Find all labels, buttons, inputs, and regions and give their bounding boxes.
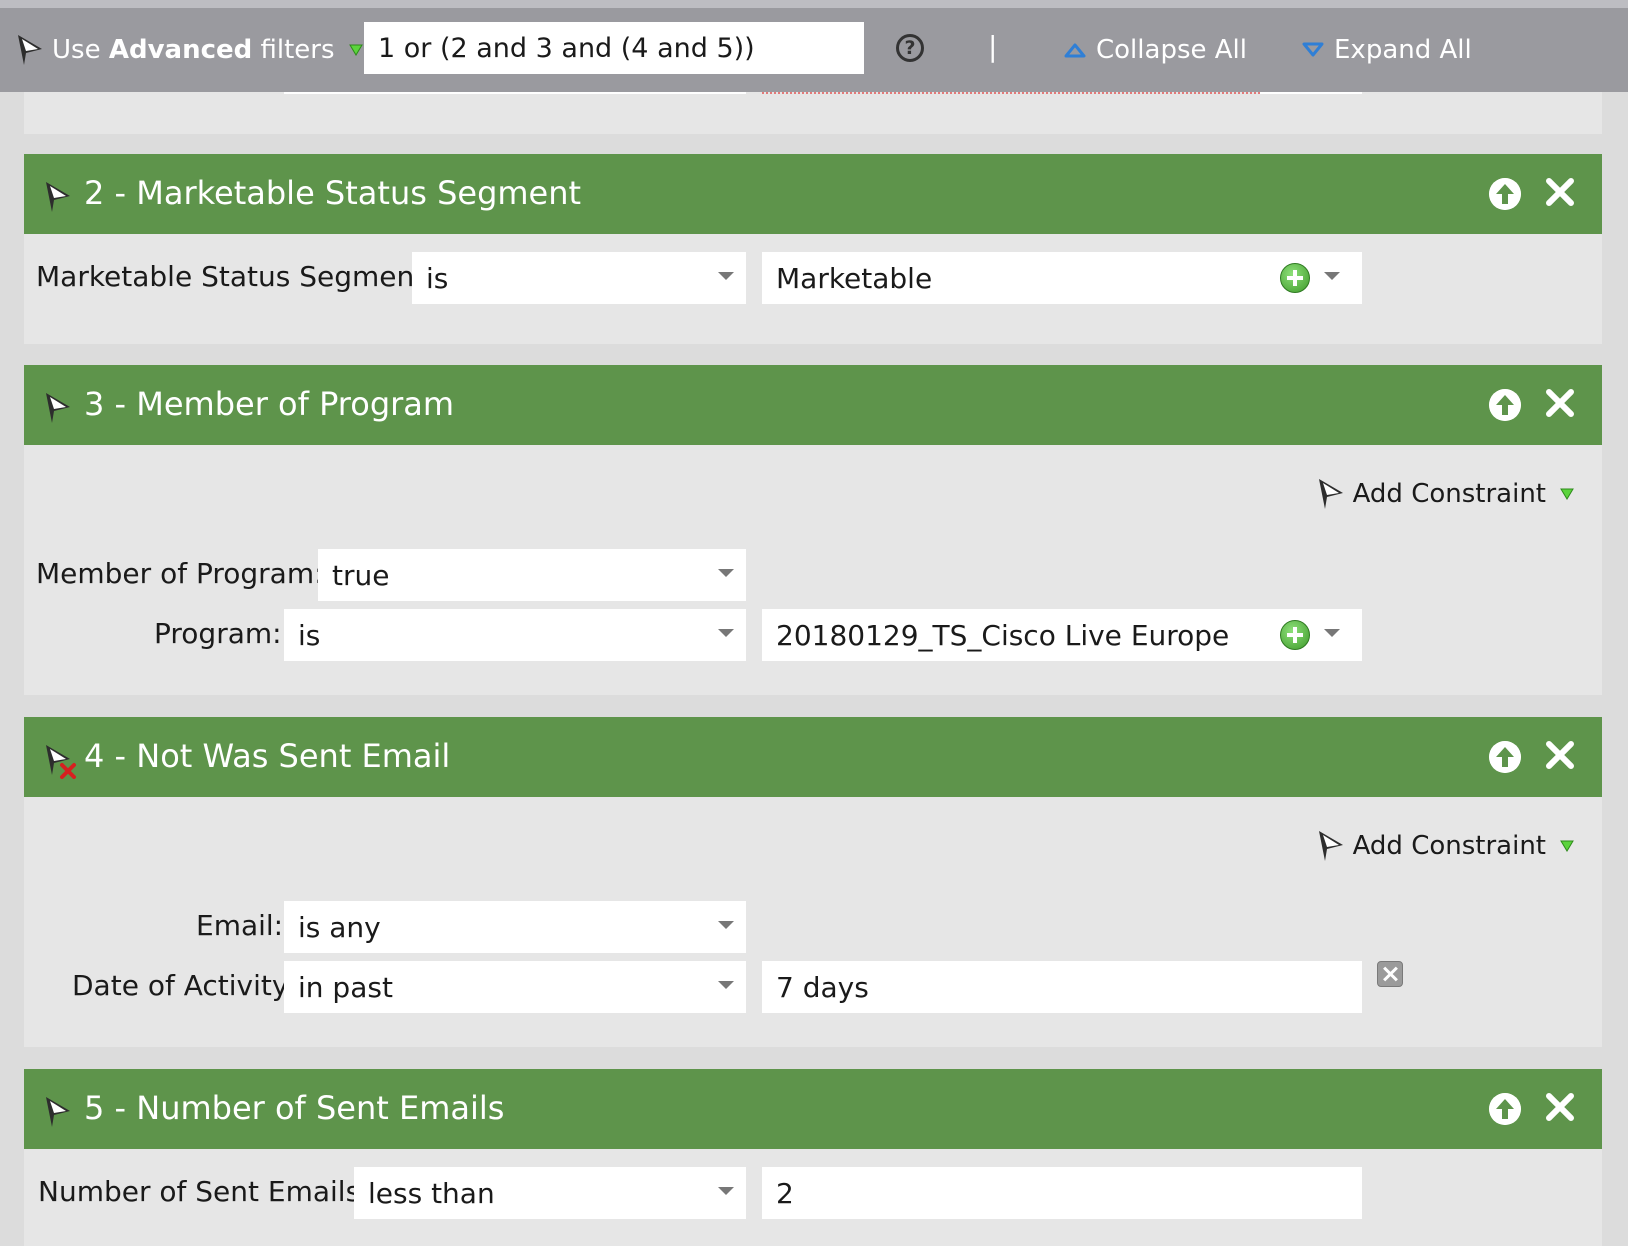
row-label: Marketable Status Segment: xyxy=(36,260,435,293)
value-input[interactable]: 2 xyxy=(762,1167,1362,1219)
close-icon[interactable] xyxy=(1544,176,1576,208)
filter-5: 5 - Number of Sent Emails Number of Sent… xyxy=(24,1069,1602,1246)
dropdown-arrow-icon xyxy=(348,44,363,56)
help-icon[interactable]: ? xyxy=(896,34,924,62)
expand-down-icon xyxy=(1302,42,1324,57)
row-label: Email: xyxy=(196,909,284,942)
operator-select[interactable]: is xyxy=(412,252,746,304)
chevron-down-icon xyxy=(718,981,734,989)
value-select[interactable]: Marketable xyxy=(762,252,1362,304)
filter-toolbar: Use Advanced filters ? | Collapse All Ex… xyxy=(0,0,1628,92)
dropdown-arrow-icon xyxy=(1560,488,1574,500)
filter-header: 3 - Member of Program xyxy=(24,365,1602,445)
chevron-down-icon xyxy=(1324,272,1340,280)
operator-select[interactable]: less than xyxy=(354,1167,746,1219)
operator-select[interactable]: true xyxy=(318,549,746,601)
row-label: Date of Activity: xyxy=(72,969,296,1002)
value-select[interactable]: 20180129_TS_Cisco Live Europe xyxy=(762,609,1362,661)
add-constraint-menu[interactable]: Add Constraint xyxy=(1317,477,1574,511)
logic-expression-input[interactable] xyxy=(364,22,864,74)
close-icon[interactable] xyxy=(1544,1091,1576,1123)
toolbar-separator: | xyxy=(988,30,998,63)
chevron-down-icon xyxy=(718,1187,734,1195)
move-up-icon[interactable] xyxy=(1489,1093,1521,1125)
operator-select[interactable]: is xyxy=(284,609,746,661)
row-label: Program: xyxy=(154,617,282,650)
chevron-down-icon xyxy=(718,921,734,929)
move-up-icon[interactable] xyxy=(1489,389,1521,421)
close-icon[interactable] xyxy=(1544,387,1576,419)
dropdown-arrow-icon xyxy=(1560,840,1574,852)
collapse-up-icon xyxy=(1064,43,1086,58)
close-icon[interactable] xyxy=(1544,739,1576,771)
add-value-icon[interactable] xyxy=(1280,263,1310,293)
not-filter-icon[interactable] xyxy=(44,743,78,779)
filter-2: 2 - Marketable Status Segment Marketable… xyxy=(24,154,1602,344)
move-up-icon[interactable] xyxy=(1489,178,1521,210)
chevron-down-icon xyxy=(1324,629,1340,637)
expand-all-label: Expand All xyxy=(1334,35,1472,65)
add-constraint-menu[interactable]: Add Constraint xyxy=(1317,829,1574,863)
filter-icon xyxy=(1318,831,1343,861)
filter-header: 5 - Number of Sent Emails xyxy=(24,1069,1602,1149)
filter-icon[interactable] xyxy=(44,391,74,425)
move-up-icon[interactable] xyxy=(1489,741,1521,773)
operator-select[interactable]: is any xyxy=(284,901,746,953)
expand-all-button[interactable]: Expand All xyxy=(1302,30,1472,70)
chevron-down-icon xyxy=(718,569,734,577)
filter-header: 2 - Marketable Status Segment xyxy=(24,154,1602,234)
filter-title: 3 - Member of Program xyxy=(84,385,455,423)
filter-3: 3 - Member of Program Add Constraint Mem… xyxy=(24,365,1602,695)
chevron-down-icon xyxy=(718,629,734,637)
advanced-prefix: Use xyxy=(52,35,109,65)
advanced-bold: Advanced xyxy=(108,35,253,65)
filter-1-partial xyxy=(24,92,1602,134)
collapse-all-button[interactable]: Collapse All xyxy=(1064,30,1247,70)
row-label: Number of Sent Emails: xyxy=(38,1175,370,1208)
filter-title: 5 - Number of Sent Emails xyxy=(84,1089,505,1127)
operator-select[interactable]: in past xyxy=(284,961,746,1013)
filter-icon[interactable] xyxy=(44,180,74,214)
filter-icon xyxy=(1318,479,1343,509)
clear-icon[interactable] xyxy=(1377,961,1403,987)
add-value-icon[interactable] xyxy=(1280,620,1310,650)
row-label: Member of Program: xyxy=(36,557,324,590)
advanced-suffix: filters xyxy=(252,35,335,65)
filter-icon xyxy=(18,35,42,65)
filter-title: 2 - Marketable Status Segment xyxy=(84,174,582,212)
filter-header: 4 - Not Was Sent Email xyxy=(24,717,1602,797)
filter-4: 4 - Not Was Sent Email Add Constraint Em… xyxy=(24,717,1602,1047)
filter-title: 4 - Not Was Sent Email xyxy=(84,737,451,775)
advanced-filters-menu[interactable]: Use Advanced filters xyxy=(16,30,363,70)
value-input[interactable]: 7 days xyxy=(762,961,1362,1013)
filter-icon[interactable] xyxy=(44,1095,74,1129)
collapse-all-label: Collapse All xyxy=(1096,35,1247,65)
chevron-down-icon xyxy=(718,272,734,280)
